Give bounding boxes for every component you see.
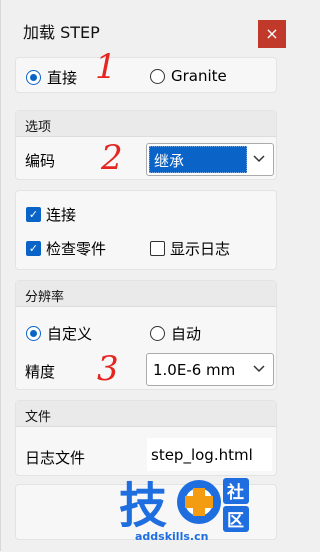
- radio-custom-button[interactable]: [26, 326, 41, 341]
- encoding-label: 编码: [25, 152, 56, 170]
- log-file-label: 日志文件: [25, 449, 86, 467]
- options-panel: 选项 编码 继承: [15, 110, 277, 180]
- check-parts[interactable]: ✓ 检查零件: [26, 238, 106, 259]
- watermark-badge-bottom: 区: [227, 511, 244, 531]
- connect-checkbox[interactable]: ✓: [26, 207, 41, 222]
- radio-auto-label: 自动: [171, 325, 202, 343]
- log-file-input[interactable]: step_log.html: [147, 438, 272, 471]
- watermark-glyph: 技: [119, 478, 167, 534]
- check-show-log[interactable]: 显示日志: [150, 238, 230, 259]
- precision-value: 1.0E-6 mm: [153, 360, 236, 379]
- radio-custom[interactable]: 自定义: [26, 323, 92, 344]
- options-header: 选项: [16, 111, 276, 137]
- chevron-down-icon: [253, 365, 265, 373]
- annotation-1: 1: [95, 47, 117, 87]
- close-icon: ×: [265, 24, 279, 43]
- radio-custom-label: 自定义: [47, 325, 93, 343]
- watermark-logo: 技 社 区 addskills.cn: [119, 470, 289, 548]
- encoding-selected-value: 继承: [149, 146, 247, 173]
- check-connect[interactable]: ✓ 连接: [26, 204, 76, 225]
- encoding-select[interactable]: 继承: [146, 143, 274, 176]
- resolution-header: 分辨率: [16, 281, 276, 307]
- radio-direct-label: 直接: [47, 69, 78, 87]
- radio-granite-label: Granite: [171, 67, 227, 85]
- chevron-down-icon: [253, 155, 265, 163]
- watermark-badge-top: 社: [226, 482, 244, 503]
- source-panel: 直接 Granite: [15, 57, 277, 93]
- show-log-checkbox[interactable]: [150, 241, 165, 256]
- radio-direct-button[interactable]: [26, 70, 41, 85]
- check-parts-label: 检查零件: [46, 240, 107, 258]
- load-step-dialog: 加载 STEP × 直接 Granite 选项 编码 继承 ✓ 连接 ✓ 检查零…: [0, 0, 291, 551]
- connect-label: 连接: [46, 206, 77, 224]
- radio-auto[interactable]: 自动: [150, 323, 201, 344]
- file-panel: 文件 日志文件 step_log.html: [15, 400, 277, 476]
- title-bar: 加载 STEP ×: [11, 8, 286, 52]
- precision-label: 精度: [25, 363, 56, 381]
- annotation-2: 2: [101, 138, 123, 178]
- watermark-url: addskills.cn: [135, 530, 209, 543]
- close-button[interactable]: ×: [258, 20, 286, 48]
- resolution-panel: 分辨率 自定义 自动 精度 1.0E-6 mm: [15, 280, 277, 390]
- radio-direct[interactable]: 直接: [26, 67, 77, 88]
- radio-auto-button[interactable]: [150, 326, 165, 341]
- precision-select[interactable]: 1.0E-6 mm: [146, 353, 274, 386]
- annotation-3: 3: [97, 349, 119, 389]
- radio-granite[interactable]: Granite: [150, 67, 227, 85]
- show-log-label: 显示日志: [170, 240, 231, 258]
- file-header: 文件: [16, 401, 276, 427]
- check-parts-checkbox[interactable]: ✓: [26, 241, 41, 256]
- checks-panel: ✓ 连接 ✓ 检查零件 显示日志: [15, 190, 277, 270]
- window-title: 加载 STEP: [23, 23, 100, 42]
- radio-granite-button[interactable]: [150, 68, 165, 84]
